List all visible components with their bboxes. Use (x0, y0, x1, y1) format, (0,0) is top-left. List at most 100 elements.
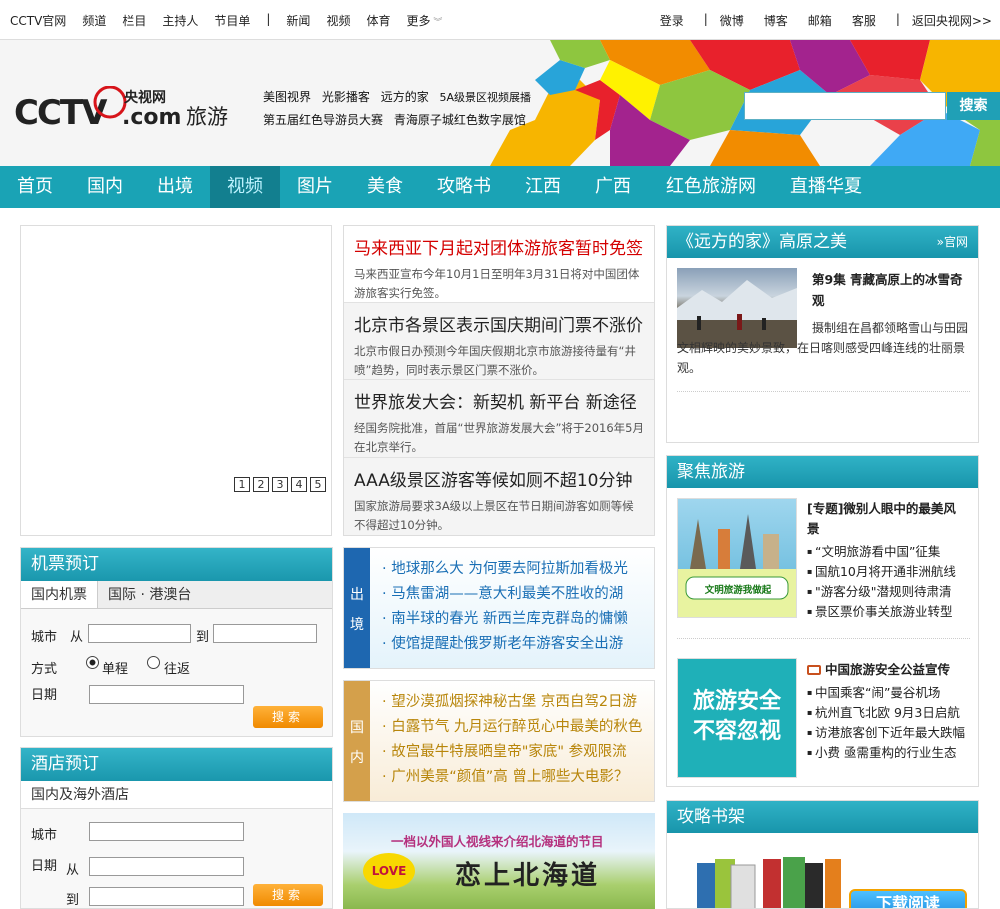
nav-item-food[interactable]: 美食 (350, 166, 420, 208)
blog-link[interactable]: 博客 (764, 12, 788, 29)
search-input[interactable] (744, 92, 946, 120)
yuanfang-title[interactable]: 《远方的家》高原之美 (677, 232, 847, 252)
episode-title[interactable]: 第9集 青藏高原上的冰雪奇观 (812, 269, 972, 311)
service-link[interactable]: 客服 (852, 12, 876, 29)
list-item[interactable]: 地球那么大 为何要去阿拉斯加看极光 (382, 557, 628, 582)
nav-item-photo[interactable]: 图片 (280, 166, 350, 208)
nav-item-red-tourism[interactable]: 红色旅游网 (652, 166, 770, 208)
header-link[interactable]: 美图视界 (263, 90, 311, 104)
divider: | (266, 12, 271, 26)
chevron-down-icon: ︾ (430, 18, 443, 28)
top-link-host[interactable]: 主持人 (162, 12, 198, 29)
top-link-news[interactable]: 新闻 (286, 12, 310, 29)
header-link[interactable]: 远方的家 (381, 90, 429, 104)
slider-page-button[interactable]: 4 (291, 477, 307, 492)
nav-item-domestic[interactable]: 国内 (70, 166, 140, 208)
list-item[interactable]: 马焦雷湖——意大利最美不胜收的湖 (382, 582, 628, 607)
top-link-column[interactable]: 栏目 (122, 12, 146, 29)
checkout-input[interactable] (89, 887, 244, 906)
list-item[interactable]: 广州美景“颜值”高 曾上哪些大电影？ (382, 765, 642, 790)
top-link-more[interactable]: 更多 ︾ (406, 12, 442, 29)
list-item[interactable]: "游客分级"潜规则待肃清 (807, 582, 956, 602)
divider: | (703, 12, 708, 26)
list-item[interactable]: “文明旅游看中国”征集 (807, 542, 956, 562)
list-item[interactable]: 国航10月将开通非洲航线 (807, 562, 956, 582)
hotel-city-input[interactable] (89, 822, 244, 841)
back-cctv-link[interactable]: 返回央视网>> (912, 12, 992, 29)
search-button[interactable]: 搜索 (947, 92, 1000, 120)
roundtrip-radio[interactable] (147, 656, 160, 669)
focus-panel: 聚焦旅游 文明旅游我做起 [专题]微别人眼中的最美风景 “文明旅游看中国”征集 … (666, 455, 979, 787)
nav-item-outbound[interactable]: 出境 (140, 166, 210, 208)
top-link-schedule[interactable]: 节目单 (214, 12, 250, 29)
focus-block2-header[interactable]: 中国旅游安全公益宣传 (807, 659, 950, 678)
to-city-input[interactable] (213, 624, 317, 643)
login-link[interactable]: 登录 (660, 12, 684, 29)
mail-link[interactable]: 邮箱 (808, 12, 832, 29)
list-item[interactable]: 小费 亟需重构的行业生态 (807, 743, 965, 763)
tab-hotel[interactable]: 国内及海外酒店 (21, 781, 332, 809)
hokkaido-banner[interactable]: 一档以外国人视线来介绍北海道的节目 恋上北海道 LOVE (343, 813, 655, 909)
headline-item[interactable]: 马来西亚下月起对团体游旅客暂时免签 马来西亚宣布今年10月1日至明年3月31日将… (344, 226, 654, 303)
header-links: 美图视界 光影播客 远方的家 5A级景区视频展播 第五届红色导游员大赛 青海原子… (263, 86, 543, 132)
list-item[interactable]: 白露节气 九月运行醉觅心中最美的秋色 (382, 715, 642, 740)
slider-page-button[interactable]: 3 (272, 477, 288, 492)
list-item[interactable]: 中国乘客“闹”曼谷机场 (807, 683, 965, 703)
video-icon (807, 665, 821, 675)
nav-item-guide[interactable]: 攻略书 (420, 166, 508, 208)
header-link[interactable]: 光影播客 (322, 90, 370, 104)
cctv-logo[interactable]: CCTV .com 央视网 旅游 (14, 85, 244, 136)
headline-title[interactable]: 世界旅发大会：新契机 新平台 新途径 (354, 388, 644, 413)
flight-search-button[interactable]: 搜索 (253, 706, 323, 728)
yuanfang-title-bar: 《远方的家》高原之美 »官网 (667, 226, 978, 258)
headline-title[interactable]: 北京市各景区表示国庆期间门票不涨价 (354, 311, 644, 336)
focus-image-1-text: 文明旅游我做起 (704, 585, 772, 596)
download-read-button[interactable]: 下载阅读 (849, 889, 967, 908)
header-link[interactable]: 青海原子城红色数字展馆 (394, 113, 526, 127)
weibo-link[interactable]: 微博 (720, 12, 744, 29)
tab-domestic-flight[interactable]: 国内机票 (21, 581, 98, 608)
list-item[interactable]: 杭州直飞北欧 9月3日启航 (807, 703, 965, 723)
header-link[interactable]: 5A级景区视频展播 (440, 91, 532, 104)
top-links-right: 登录 | 微博 博客 邮箱 客服 | 返回央视网>> (640, 12, 992, 29)
image-slider[interactable]: 1 2 3 4 5 (20, 225, 332, 536)
top-link-video[interactable]: 视频 (326, 12, 350, 29)
headline-item[interactable]: 北京市各景区表示国庆期间门票不涨价 北京市假日办预测今年国庆假期北京市旅游接待量… (344, 303, 654, 380)
focus-block1-title[interactable]: [专题]微别人眼中的最美风景 (807, 499, 967, 539)
top-link-channel[interactable]: 频道 (82, 12, 106, 29)
from-label: 从 (66, 863, 80, 878)
tab-international-flight[interactable]: 国际 · 港澳台 (98, 581, 201, 608)
hotel-search-button[interactable]: 搜索 (253, 884, 323, 906)
header-link[interactable]: 第五届红色导游员大赛 (263, 113, 383, 127)
nav-item-home[interactable]: 首页 (0, 166, 70, 208)
list-item[interactable]: 访港旅客创下近年最大跌幅 (807, 723, 965, 743)
list-item[interactable]: 望沙漠孤烟探神秘古堡 京西自驾2日游 (382, 690, 642, 715)
slider-page-button[interactable]: 2 (253, 477, 269, 492)
slider-page-button[interactable]: 1 (234, 477, 250, 492)
list-item[interactable]: 南半球的春光 新西兰库克群岛的慵懒 (382, 607, 628, 632)
list-item[interactable]: 使馆提醒赴俄罗斯老年游客安全出游 (382, 632, 628, 657)
flight-title: 机票预订 (21, 548, 332, 581)
nav-item-live[interactable]: 直播华夏 (776, 166, 876, 208)
oneway-radio[interactable] (86, 656, 99, 669)
slider-pager: 1 2 3 4 5 (234, 477, 326, 492)
focus-image-1[interactable]: 文明旅游我做起 (677, 498, 797, 618)
list-item[interactable]: 景区票价事关旅游业转型 (807, 602, 956, 622)
top-link-cctv[interactable]: CCTV官网 (10, 12, 66, 29)
headline-item[interactable]: AAA级景区游客等候如厕不超10分钟 国家旅游局要求3A级以上景区在节日期间游客… (344, 458, 654, 535)
nav-item-video[interactable]: 视频 (210, 166, 280, 208)
checkin-input[interactable] (89, 857, 244, 876)
slider-page-button[interactable]: 5 (310, 477, 326, 492)
from-city-input[interactable] (88, 624, 191, 643)
nav-item-guangxi[interactable]: 广西 (578, 166, 648, 208)
list-item[interactable]: 故宫最牛特展晒皇帝"家底" 参观限流 (382, 740, 642, 765)
nav-item-jiangxi[interactable]: 江西 (508, 166, 578, 208)
focus-image-2[interactable]: 旅游安全不容忽视 (677, 658, 797, 778)
flight-date-input[interactable] (89, 685, 244, 704)
headline-title[interactable]: AAA级景区游客等候如厕不超10分钟 (354, 466, 644, 491)
top-link-sports[interactable]: 体育 (366, 12, 390, 29)
roundtrip-label: 往返 (164, 662, 191, 677)
headline-title[interactable]: 马来西亚下月起对团体游旅客暂时免签 (354, 234, 644, 259)
headline-item[interactable]: 世界旅发大会：新契机 新平台 新途径 经国务院批准，首届“世界旅游发展大会”将于… (344, 380, 654, 458)
official-site-link[interactable]: »官网 (937, 226, 968, 258)
